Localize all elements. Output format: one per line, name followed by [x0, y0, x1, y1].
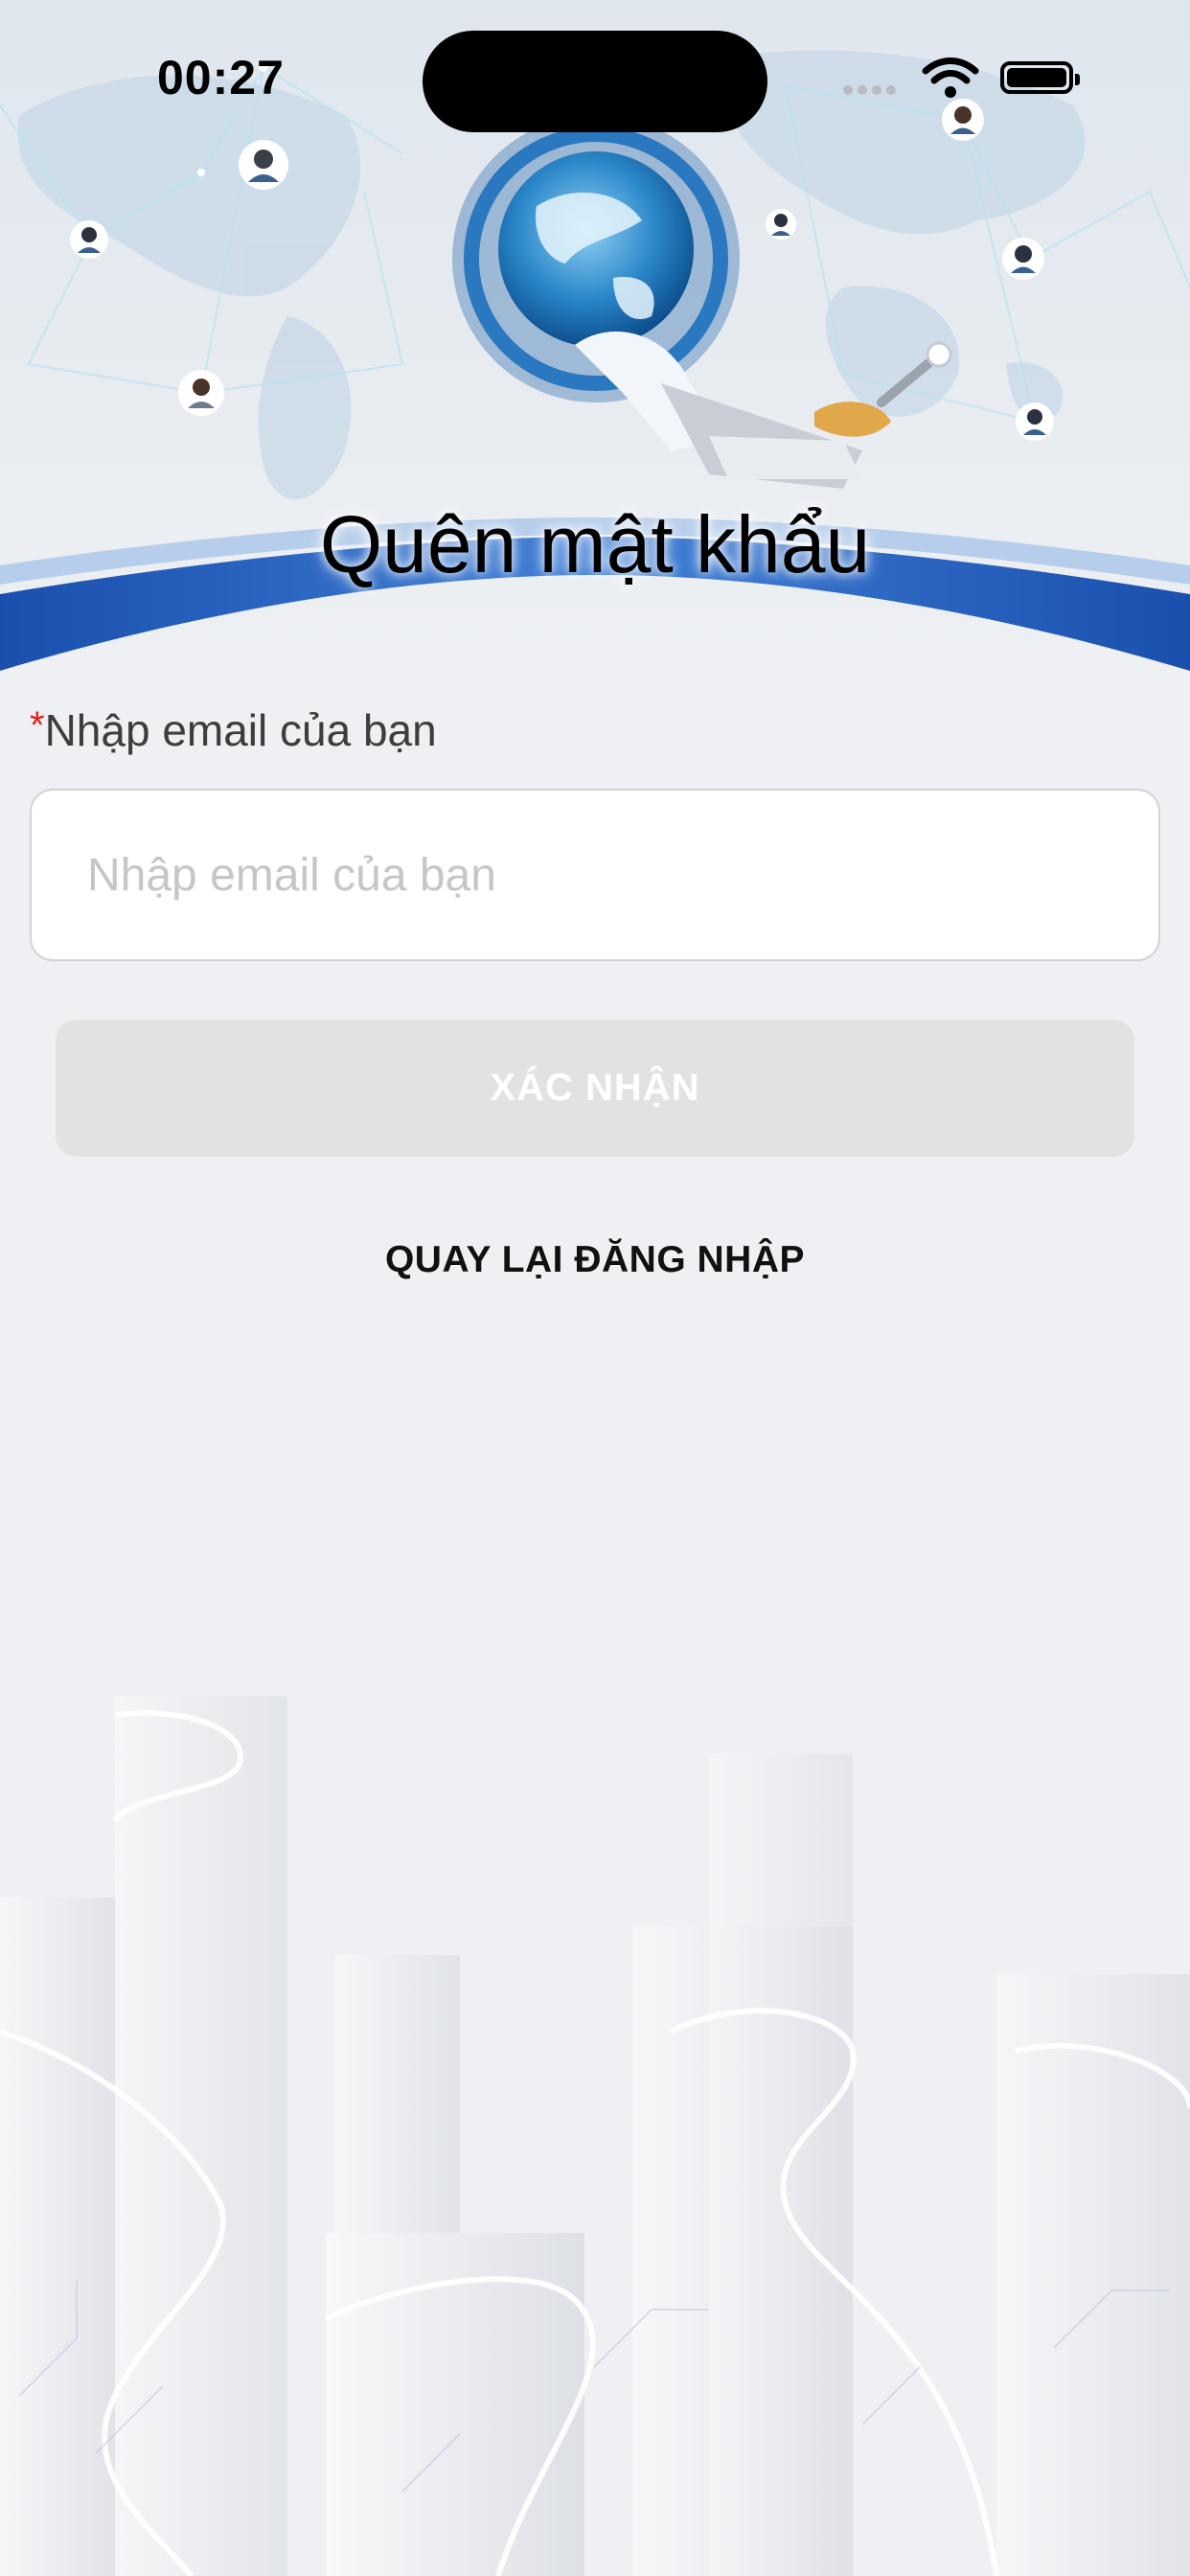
wifi-icon	[922, 58, 979, 98]
email-input[interactable]	[30, 789, 1160, 961]
confirm-button[interactable]: XÁC NHẬN	[56, 1020, 1134, 1157]
page-title: Quên mật khẩu	[319, 499, 871, 589]
dynamic-island	[423, 31, 767, 132]
back-to-login-link[interactable]: QUAY LẠI ĐĂNG NHẬP	[0, 1239, 1190, 1281]
email-label-text: Nhập email của bạn	[44, 705, 437, 755]
required-mark: *	[30, 704, 45, 747]
email-field-label: *Nhập email của bạn	[30, 704, 437, 756]
battery-icon	[1000, 61, 1080, 94]
signal-dots-icon	[843, 82, 901, 100]
background-illustration	[0, 0, 1190, 2576]
status-time: 00:27	[157, 51, 285, 104]
